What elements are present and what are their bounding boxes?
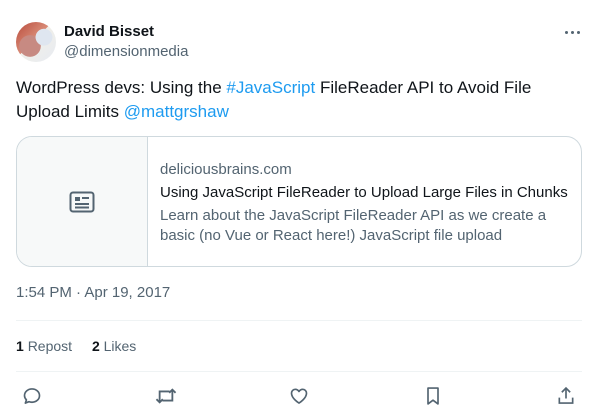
divider [16, 371, 582, 372]
tweet-text: WordPress devs: Using the #JavaScript Fi… [16, 76, 582, 124]
more-options-icon[interactable] [562, 22, 582, 42]
engagement-stats: 1 Repost 2 Likes [16, 338, 152, 355]
timestamp[interactable]: 1:54 PM · Apr 19, 2017 [16, 284, 170, 302]
like-icon [290, 388, 308, 404]
repost-button[interactable] [154, 384, 178, 408]
reposts-count: 1 [16, 338, 24, 354]
card-title: Using JavaScript FileReader to Upload La… [160, 184, 568, 201]
link-card[interactable]: deliciousbrains.com Using JavaScript Fil… [16, 136, 582, 267]
divider [16, 320, 582, 321]
author-handle[interactable]: @dimensionmedia [64, 43, 188, 61]
share-icon [558, 386, 574, 404]
bookmark-button[interactable] [421, 384, 445, 408]
card-thumbnail [17, 137, 148, 266]
likes-count: 2 [91, 338, 100, 354]
hashtag-link[interactable]: #JavaScript [226, 78, 315, 97]
card-description: Learn about the JavaScript FileReader AP… [160, 207, 547, 244]
likes-stat[interactable]: 2 Likes [92, 338, 136, 354]
likes-label: Likes [103, 338, 137, 354]
article-icon [69, 191, 95, 212]
reply-button[interactable] [20, 384, 44, 408]
like-button[interactable] [287, 384, 311, 408]
card-domain: deliciousbrains.com [160, 161, 292, 178]
author-name[interactable]: David Bisset [64, 23, 154, 41]
reposts-stat[interactable]: 1 Repost [16, 338, 72, 354]
card-body: deliciousbrains.com Using JavaScript Fil… [148, 137, 581, 266]
avatar[interactable] [16, 22, 56, 62]
reply-icon [23, 388, 41, 404]
bookmark-icon [426, 387, 439, 405]
mention-link[interactable]: @mattgrshaw [124, 102, 229, 121]
reposts-label: Repost [27, 338, 73, 354]
action-bar [20, 384, 578, 408]
share-button[interactable] [554, 384, 578, 408]
tweet-text-part: WordPress devs: Using the [16, 78, 227, 97]
repost-icon [155, 388, 176, 404]
